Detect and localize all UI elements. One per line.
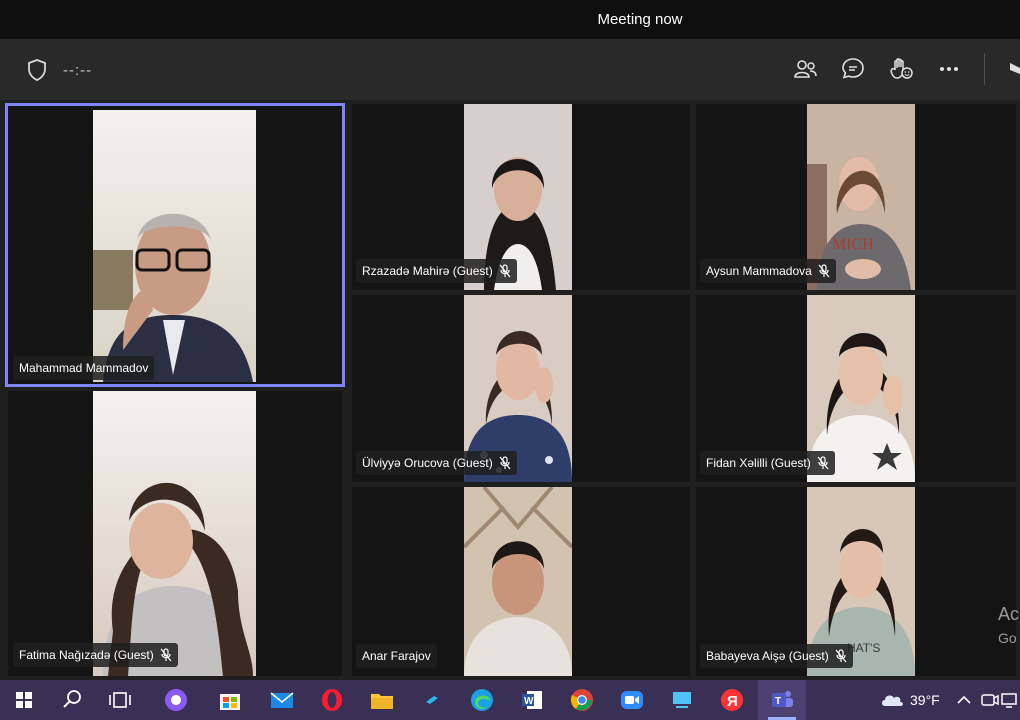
participant-nameplate: Rzazadə Mahirə (Guest): [356, 259, 517, 283]
alice-icon[interactable]: [162, 686, 190, 714]
active-speaker-highlight: [5, 103, 345, 387]
meeting-toolbar: [0, 39, 1020, 100]
participant-name: Anar Farajov: [362, 649, 431, 663]
mic-muted-icon: [499, 264, 511, 278]
participant-nameplate: Anar Farajov: [356, 644, 437, 668]
more-icon[interactable]: [936, 56, 962, 82]
svg-text:W: W: [524, 696, 534, 707]
participant-name: Fatima Nağızadə (Guest): [19, 648, 154, 662]
file-explorer-icon[interactable]: [368, 686, 396, 714]
participant-tile[interactable]: HAT'S Babayeva Aişə (Guest): [696, 487, 1016, 676]
svg-text:Я: Я: [727, 693, 738, 710]
participant-video: [464, 487, 572, 676]
title-bar: Meeting now: [0, 0, 1020, 39]
window-title: Meeting now: [597, 11, 683, 28]
participant-tile[interactable]: Anar Farajov: [352, 487, 690, 676]
chevron-up-icon[interactable]: [950, 686, 978, 714]
participant-video: [93, 391, 256, 676]
participant-name: Rzazadə Mahirə (Guest): [362, 264, 493, 278]
mic-muted-icon: [817, 456, 829, 470]
chrome-icon[interactable]: [568, 686, 596, 714]
weather-temperature[interactable]: 39°F: [910, 692, 940, 708]
windows-start-icon[interactable]: [10, 686, 38, 714]
connect-icon[interactable]: [668, 686, 696, 714]
participant-name: Fidan Xəlilli (Guest): [706, 456, 811, 470]
participant-nameplate: Fidan Xəlilli (Guest): [700, 451, 835, 475]
app-icon[interactable]: [418, 686, 446, 714]
participant-tile[interactable]: Fatima Nağızadə (Guest): [8, 391, 342, 676]
mic-muted-icon: [499, 456, 511, 470]
mic-muted-icon: [835, 649, 847, 663]
participant-tile[interactable]: MICH Aysun Mammadova: [696, 104, 1016, 290]
word-icon[interactable]: W: [518, 686, 546, 714]
participant-nameplate: Aysun Mammadova: [700, 259, 836, 283]
toolbar-separator: [984, 53, 985, 85]
mic-muted-icon: [818, 264, 830, 278]
participant-nameplate: Babayeva Aişə (Guest): [700, 644, 853, 668]
zoom-icon[interactable]: [618, 686, 646, 714]
edge-icon[interactable]: [468, 686, 496, 714]
people-icon[interactable]: [792, 56, 818, 82]
participant-tile[interactable]: Rzazadə Mahirə (Guest): [352, 104, 690, 290]
mic-muted-icon: [160, 648, 172, 662]
teams-icon[interactable]: T: [768, 686, 796, 714]
meeting-timer: --:--: [63, 62, 93, 79]
participant-name: Ülviyyə Orucova (Guest): [362, 456, 493, 470]
raise-hand-icon[interactable]: [888, 56, 914, 82]
svg-text:T: T: [775, 696, 781, 707]
participant-nameplate: Ülviyyə Orucova (Guest): [356, 451, 517, 475]
svg-text:MICH: MICH: [832, 236, 874, 253]
activation-watermark-subtitle: Go: [998, 630, 1017, 646]
weather-cloud-icon[interactable]: [878, 686, 906, 714]
search-icon[interactable]: [58, 686, 86, 714]
participant-name: Aysun Mammadova: [706, 264, 812, 278]
camera-icon[interactable]: [1006, 56, 1020, 82]
participant-tile[interactable]: Ülviyyə Orucova (Guest): [352, 295, 690, 482]
chat-icon[interactable]: [840, 56, 866, 82]
yandex-icon[interactable]: Я: [718, 686, 746, 714]
network-icon[interactable]: [998, 686, 1020, 714]
store-icon[interactable]: [216, 686, 244, 714]
task-view-icon[interactable]: [106, 686, 134, 714]
mail-icon[interactable]: [268, 686, 296, 714]
taskbar: [0, 680, 1020, 720]
participant-name: Babayeva Aişə (Guest): [706, 649, 829, 663]
participant-nameplate: Fatima Nağızadə (Guest): [13, 643, 178, 667]
shield-icon[interactable]: [26, 58, 48, 82]
participant-tile[interactable]: Fidan Xəlilli (Guest): [696, 295, 1016, 482]
opera-icon[interactable]: [318, 686, 346, 714]
activation-watermark-title: Ac: [998, 604, 1020, 624]
